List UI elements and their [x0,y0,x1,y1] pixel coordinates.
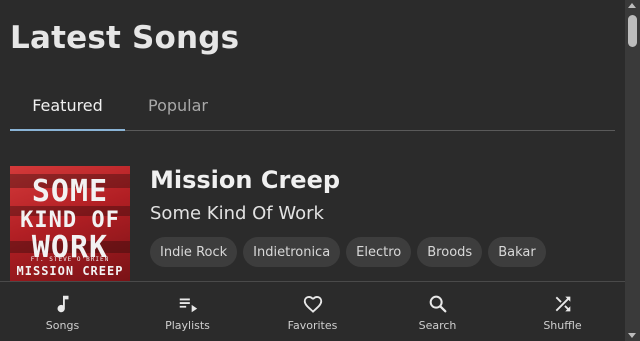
cover-subtitle: MISSION CREEP [16,264,124,278]
nav-label: Shuffle [543,319,582,332]
scroll-thumb[interactable] [628,15,637,47]
song-card[interactable]: SOME KIND OF WORK FT. STEVE O'BRIEN MISS… [10,166,615,281]
nav-songs[interactable]: Songs [0,282,125,341]
nav-label: Favorites [287,319,338,332]
tag-chip[interactable]: Bakar [488,237,546,267]
scroll-down-arrow-icon[interactable] [628,333,636,338]
tag-list: Indie Rock Indietronica Electro Broods B… [150,237,546,267]
nav-shuffle[interactable]: Shuffle [500,282,625,341]
cover-line-1: SOME [31,174,109,209]
tab-bar: Featured Popular [10,80,615,131]
tag-chip[interactable]: Broods [417,237,483,267]
tab-popular[interactable]: Popular [125,80,231,130]
tab-featured[interactable]: Featured [10,80,125,131]
scroll-up-arrow-icon[interactable] [628,3,636,8]
bottom-navigation: Songs Playlists Favorites Search Shuffle [0,281,625,341]
nav-label: Playlists [165,319,210,332]
song-title[interactable]: Mission Creep [150,166,340,194]
tag-chip[interactable]: Electro [346,237,412,267]
cover-credit: FT. STEVE O'BRIEN [30,256,110,263]
song-album[interactable]: Some Kind Of Work [150,203,324,224]
nav-label: Songs [45,319,80,332]
nav-label: Search [418,319,457,332]
album-cover[interactable]: SOME KIND OF WORK FT. STEVE O'BRIEN MISS… [10,166,130,281]
music-note-icon [57,295,68,313]
playlist-icon [179,298,197,313]
nav-favorites[interactable]: Favorites [250,282,375,341]
search-icon [429,295,446,313]
shuffle-icon [555,296,570,312]
tag-chip[interactable]: Indie Rock [150,237,238,267]
scrollbar[interactable] [625,0,640,341]
nav-search[interactable]: Search [375,282,500,341]
heart-icon [303,296,322,313]
page-title: Latest Songs [10,20,240,56]
tag-chip[interactable]: Indietronica [243,237,341,267]
nav-playlists[interactable]: Playlists [125,282,250,341]
